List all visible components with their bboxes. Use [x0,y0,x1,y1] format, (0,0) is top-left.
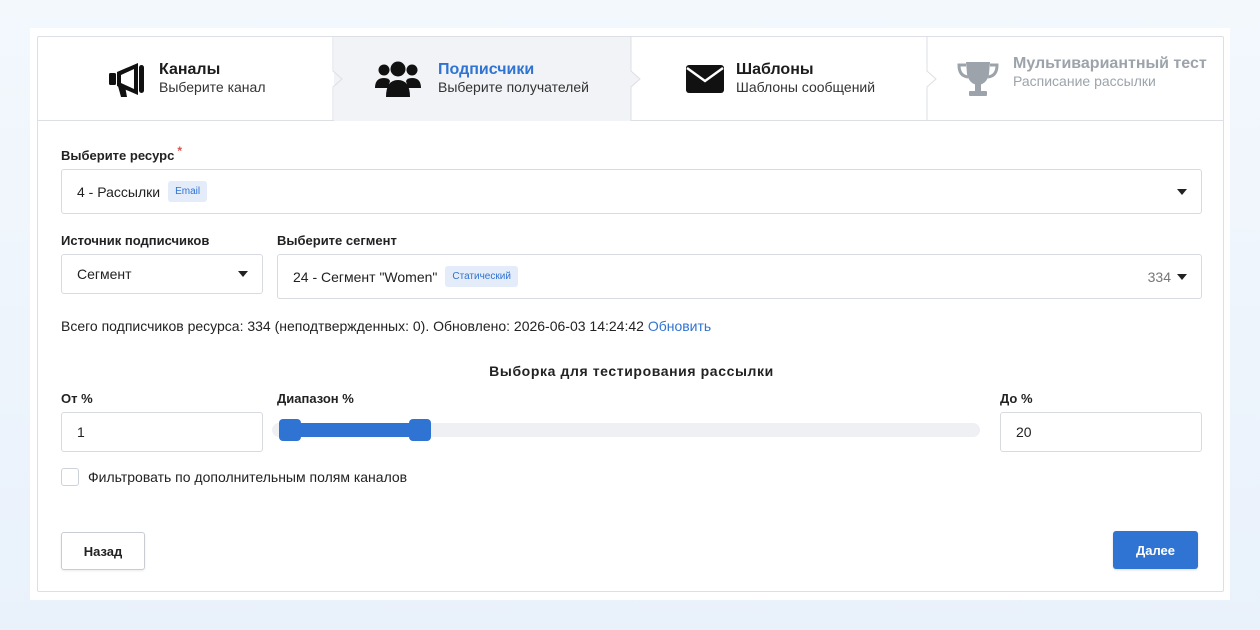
filter-checkbox[interactable] [61,468,79,486]
step-title: Подписчики [438,61,535,78]
channel-tag: Email [168,181,208,202]
subscribers-info-text: Всего подписчиков ресурса: 334 (неподтве… [61,318,644,334]
source-value: Сегмент [77,266,132,282]
step-multivariate-test[interactable]: Мультивариантный тест Расписание рассылк… [927,37,1224,121]
from-percent-input[interactable]: 1 [61,412,263,452]
source-label: Источник подписчиков [61,233,210,248]
required-mark: * [177,144,183,158]
resource-label: Выберите ресурс * [61,144,183,163]
to-label: До % [1000,391,1033,406]
resource-select[interactable]: 4 - Рассылки Email [61,169,1202,214]
segment-count: 334 [1147,268,1171,285]
step-title: Каналы [159,61,221,78]
step-templates[interactable]: Шаблоны Шаблоны сообщений [631,37,928,121]
wizard-steps: Каналы Выберите канал Подписчики Выберит… [38,37,1223,121]
range-label: Диапазон % [277,391,354,406]
wizard-card: Каналы Выберите канал Подписчики Выберит… [37,36,1224,592]
chevron-down-icon [238,271,248,277]
filter-label: Фильтровать по дополнительным полям кана… [88,469,408,485]
step-channels[interactable]: Каналы Выберите канал [38,37,335,121]
step-subtitle: Расписание рассылки [1013,73,1156,89]
from-label: От % [61,391,93,406]
next-button[interactable]: Далее [1113,531,1198,569]
users-icon [374,59,422,99]
range-handle-from[interactable] [279,419,301,441]
range-handle-to[interactable] [409,419,431,441]
trophy-icon [954,59,1002,99]
refresh-link[interactable]: Обновить [648,318,711,334]
step-title: Шаблоны [736,61,814,78]
sample-title: Выборка для тестирования рассылки [489,363,774,379]
step-subtitle: Выберите получателей [438,79,589,95]
step-separator [926,37,937,121]
step-subtitle: Шаблоны сообщений [736,79,876,95]
step-title: Мультивариантный тест [1013,55,1207,72]
segment-select[interactable]: 24 - Сегмент "Women" Статический 334 [277,254,1202,299]
page-frame: Каналы Выберите канал Подписчики Выберит… [30,28,1230,600]
back-button[interactable]: Назад [61,532,145,570]
envelope-icon [681,59,729,99]
segment-label: Выберите сегмент [277,233,397,248]
resource-value: 4 - Рассылки [77,183,161,200]
range-slider[interactable] [272,419,980,441]
step-separator [332,37,343,121]
subscribers-info: Всего подписчиков ресурса: 334 (неподтве… [61,318,711,334]
step-separator [630,37,641,121]
to-value: 20 [1016,424,1032,440]
megaphone-icon [104,59,152,99]
segment-type-tag: Статический [445,266,518,287]
chevron-down-icon [1177,273,1187,280]
segment-value: 24 - Сегмент "Women" [293,268,438,285]
step-subtitle: Выберите канал [159,79,266,95]
to-percent-input[interactable]: 20 [1000,412,1202,452]
from-value: 1 [77,424,85,440]
source-select[interactable]: Сегмент [61,254,263,294]
chevron-down-icon [1177,188,1187,195]
step-subscribers[interactable]: Подписчики Выберите получателей [334,37,631,121]
